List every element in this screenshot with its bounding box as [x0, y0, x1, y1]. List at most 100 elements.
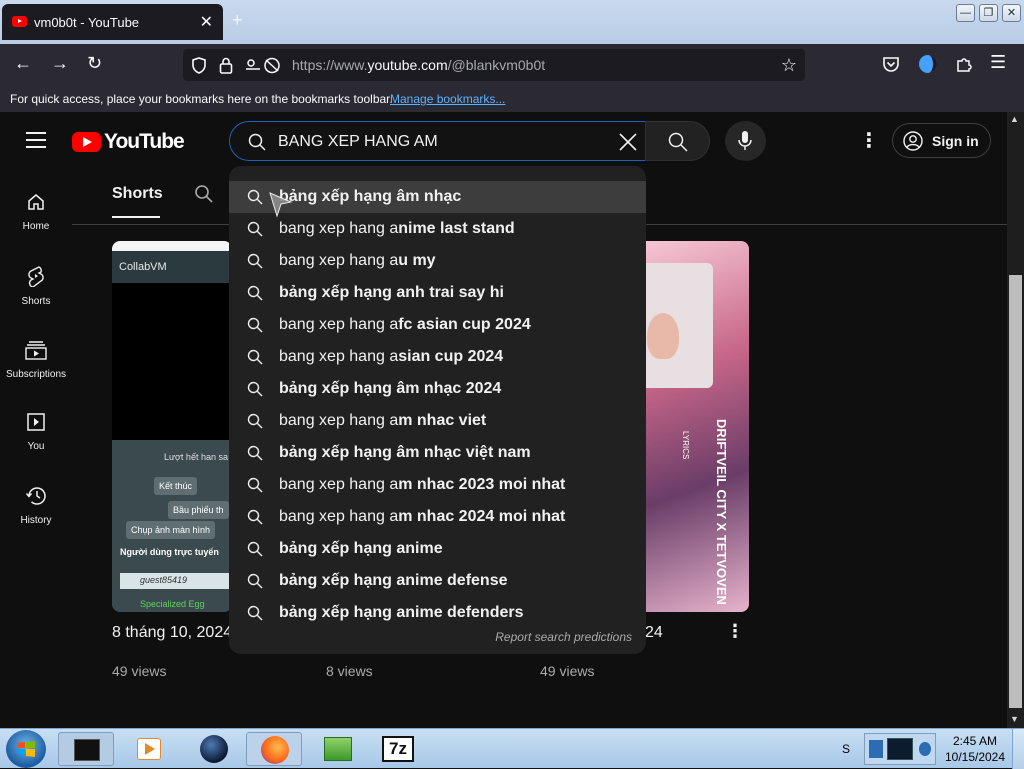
tray-network-area[interactable] — [864, 733, 936, 765]
suggestion-search-icon — [247, 605, 263, 621]
suggestion-text: bang xep hang afc asian cup 2024 — [279, 316, 531, 333]
video-views: 8 views — [326, 663, 373, 679]
tray-monitor-icon — [887, 738, 913, 760]
taskbar-app-vm[interactable] — [58, 732, 114, 766]
suggestion-item[interactable]: bảng xếp hạng âm nhạc việt nam — [229, 437, 646, 469]
account-icon[interactable] — [918, 54, 938, 74]
video-views: 49 views — [112, 663, 167, 679]
scroll-down-icon[interactable]: ▼ — [1010, 714, 1019, 724]
manage-bookmarks-link[interactable]: Manage bookmarks... — [390, 92, 505, 106]
extensions-icon[interactable] — [955, 55, 973, 73]
taskbar-app-firefox[interactable] — [246, 732, 302, 766]
suggestion-text: bảng xếp hạng anime defenders — [279, 604, 524, 621]
suggestion-search-icon — [247, 221, 263, 237]
sidebar-label: Home — [22, 221, 50, 232]
sidebar-item-history[interactable]: History — [0, 486, 72, 526]
youtube-favicon-icon — [12, 16, 27, 27]
suggestion-search-icon — [247, 381, 263, 397]
active-tab-underline — [112, 216, 160, 218]
tab-shorts[interactable]: Shorts — [112, 185, 163, 203]
search-value: BANG XEP HANG AM — [278, 133, 438, 150]
suggestion-search-icon — [247, 317, 263, 333]
more-actions-icon[interactable]: ⋮ — [726, 622, 744, 640]
show-desktop-button[interactable] — [1012, 729, 1024, 769]
suggestion-text: bảng xếp hạng anh trai say hi — [279, 284, 504, 301]
tab-close-icon[interactable]: ✕ — [200, 12, 213, 32]
back-icon[interactable]: ← — [14, 53, 32, 74]
video-title[interactable]: 8 tháng 10, 2024 — [112, 624, 230, 642]
system-clock[interactable]: 2:45 AM 10/15/2024 — [942, 733, 1008, 765]
search-suggestions: bảng xếp hạng âm nhạc bang xep hang anime… — [229, 166, 646, 654]
suggestion-item[interactable]: bang xep hang am nhac 2024 moi nhat — [229, 501, 646, 533]
sidebar-label: Shorts — [21, 296, 51, 307]
taskbar-app-7zip[interactable]: 7z — [370, 732, 426, 766]
suggestion-item[interactable]: bang xep hang am nhac viet — [229, 405, 646, 437]
reload-icon[interactable]: ↻ — [87, 53, 102, 74]
permissions-icon[interactable] — [245, 57, 281, 74]
mouse-cursor-icon — [269, 192, 293, 218]
video-title[interactable]: 24 — [645, 624, 663, 642]
history-icon — [25, 487, 46, 505]
sidebar-item-you[interactable]: You — [0, 412, 72, 452]
channel-search-icon[interactable] — [194, 184, 214, 204]
new-tab-button[interactable]: + — [232, 10, 243, 31]
suggestion-search-icon — [247, 445, 263, 461]
sign-in-label: Sign in — [932, 133, 979, 149]
you-icon — [27, 413, 45, 431]
forward-icon[interactable]: → — [51, 53, 69, 74]
suggestion-item[interactable]: bang xep hang am nhac 2023 moi nhat — [229, 469, 646, 501]
scroll-up-icon[interactable]: ▲ — [1010, 114, 1019, 124]
guide-menu-icon[interactable] — [26, 131, 46, 154]
voice-search-button[interactable] — [725, 121, 766, 161]
browser-toolbar: ← → ↻ https://www.youtube.com/@blankvm0b… — [0, 44, 1024, 86]
search-icon — [668, 132, 688, 152]
suggestion-item[interactable]: bang xep hang afc asian cup 2024 — [229, 309, 646, 341]
bookmark-star-icon[interactable]: ☆ — [781, 55, 797, 76]
pocket-icon[interactable] — [882, 56, 900, 73]
video-views: 49 views — [540, 663, 595, 679]
thumb-top-strip — [112, 241, 232, 251]
subscriptions-icon — [25, 341, 47, 360]
sidebar-item-subscriptions[interactable]: Subscriptions — [0, 340, 72, 380]
clear-search-icon[interactable] — [618, 132, 638, 152]
scrollbar-thumb[interactable] — [1009, 275, 1022, 708]
bookmarks-toolbar: For quick access, place your bookmarks h… — [0, 86, 1024, 112]
thumb-text: Specialized Egg — [140, 599, 205, 609]
menu-icon[interactable]: ☰ — [990, 52, 1006, 73]
thumb-text: Lượt hết han sa — [164, 452, 228, 462]
taskbar-app-media[interactable] — [121, 732, 177, 766]
suggestion-text: bang xep hang au my — [279, 252, 436, 269]
suggestion-text: bảng xếp hạng anime — [279, 540, 443, 557]
suggestion-item[interactable]: bảng xếp hạng âm nhạc 2024 — [229, 373, 646, 405]
suggestion-text: bang xep hang am nhac viet — [279, 412, 487, 429]
suggestion-item[interactable]: bảng xếp hạng anime defenders — [229, 597, 646, 629]
close-window-button[interactable]: ✕ — [1002, 4, 1021, 22]
clock-date: 10/15/2024 — [944, 750, 1006, 764]
suggestion-item[interactable]: bang xep hang asian cup 2024 — [229, 341, 646, 373]
lock-icon[interactable] — [219, 57, 233, 74]
suggestion-item[interactable]: bang xep hang au my — [229, 245, 646, 277]
short-thumbnail-3[interactable]: DRIFTVEIL CITY X TETVOVEN LYRICS — [645, 241, 749, 612]
short-thumbnail-1[interactable]: CollabVM Lượt hết han sa Kết thúc Bầu ph… — [112, 241, 232, 612]
taskbar-app-globe[interactable] — [186, 732, 242, 766]
suggestion-item[interactable]: bảng xếp hạng anh trai say hi — [229, 277, 646, 309]
report-predictions-link[interactable]: Report search predictions — [495, 630, 632, 644]
search-input[interactable]: BANG XEP HANG AM — [229, 121, 646, 161]
sidebar-item-shorts[interactable]: Shorts — [0, 265, 72, 307]
search-button[interactable] — [645, 121, 710, 161]
taskbar-app-installer[interactable] — [310, 732, 366, 766]
url-bar[interactable]: https://www.youtube.com/@blankvm0b0t ☆ — [183, 49, 805, 81]
suggestion-item[interactable]: bảng xếp hạng anime — [229, 533, 646, 565]
minimize-button[interactable]: — — [956, 4, 975, 22]
installer-icon — [324, 737, 352, 761]
settings-more-icon[interactable]: ⋮ — [859, 128, 879, 153]
browser-tab[interactable]: vm0b0t - YouTube ✕ — [2, 4, 223, 40]
suggestion-item[interactable]: bảng xếp hạng anime defense — [229, 565, 646, 597]
sign-in-button[interactable]: Sign in — [892, 123, 991, 158]
start-button[interactable] — [6, 730, 46, 768]
sidebar-item-home[interactable]: Home — [0, 192, 72, 232]
tracking-shield-icon[interactable] — [191, 57, 207, 74]
thumb-header: CollabVM — [119, 261, 167, 273]
restore-button[interactable]: ❐ — [979, 4, 998, 22]
suggestion-search-icon — [247, 189, 263, 205]
